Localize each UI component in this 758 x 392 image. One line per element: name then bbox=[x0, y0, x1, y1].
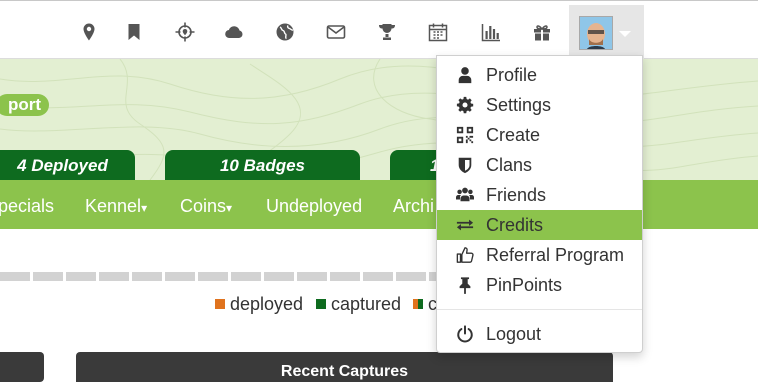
menu-kennel[interactable]: Kennel▾ bbox=[85, 180, 147, 229]
avatar bbox=[579, 16, 613, 50]
tab-deployed[interactable]: 4 Deployed bbox=[0, 150, 135, 180]
menu-item-settings[interactable]: Settings bbox=[437, 90, 642, 120]
exchange-icon bbox=[455, 215, 475, 235]
legend-third: c bbox=[413, 294, 437, 315]
menu-specials[interactable]: pecials bbox=[0, 180, 54, 229]
globe-icon[interactable] bbox=[274, 21, 296, 43]
chevron-down-icon: ▾ bbox=[141, 201, 148, 215]
power-icon bbox=[455, 324, 475, 344]
crosshair-icon[interactable] bbox=[174, 21, 196, 43]
map-pin-icon[interactable] bbox=[78, 21, 100, 43]
menu-item-credits[interactable]: Credits bbox=[437, 210, 642, 240]
bar-chart-icon[interactable] bbox=[480, 21, 502, 43]
menu-item-clans[interactable]: Clans bbox=[437, 150, 642, 180]
menu-archived[interactable]: Archi bbox=[393, 180, 434, 229]
menu-label: Kennel bbox=[85, 196, 142, 216]
legend-swatch bbox=[316, 299, 326, 309]
menu-label: Archi bbox=[393, 196, 435, 216]
cloud-icon[interactable] bbox=[223, 21, 245, 43]
legend-swatch bbox=[413, 299, 423, 309]
recent-captures-header: Recent Captures bbox=[76, 352, 613, 382]
legend-swatch bbox=[215, 299, 225, 309]
shield-icon bbox=[455, 155, 475, 175]
menu-item-label: Logout bbox=[486, 324, 542, 344]
bookmark-icon[interactable] bbox=[123, 21, 145, 43]
user-menu-toggle[interactable] bbox=[569, 5, 644, 60]
calendar-icon[interactable] bbox=[427, 21, 449, 43]
menu-item-referral-program[interactable]: Referral Program bbox=[437, 240, 642, 270]
legend-deployed: deployed bbox=[215, 294, 303, 315]
secondary-menu: pecials Kennel▾ Coins▾ Undeployed Archi bbox=[0, 180, 758, 229]
menu-item-friends[interactable]: Friends bbox=[437, 180, 642, 210]
users-icon bbox=[455, 185, 475, 205]
chevron-down-icon: ▾ bbox=[226, 201, 233, 215]
menu-item-label: Profile bbox=[486, 65, 538, 85]
tab-badges[interactable]: 10 Badges bbox=[165, 150, 360, 180]
menu-divider bbox=[437, 309, 642, 310]
gear-icon bbox=[455, 95, 475, 115]
progress-segments bbox=[0, 272, 436, 281]
legend-captured: captured bbox=[316, 294, 401, 315]
user-icon bbox=[455, 65, 475, 85]
qr-code-icon bbox=[455, 125, 475, 145]
menu-coins[interactable]: Coins▾ bbox=[180, 180, 232, 229]
legend-label: deployed bbox=[230, 294, 304, 314]
menu-item-label: Create bbox=[486, 125, 541, 145]
pushpin-icon bbox=[455, 275, 475, 295]
menu-item-create[interactable]: Create bbox=[437, 120, 642, 150]
menu-item-pinpoints[interactable]: PinPoints bbox=[437, 270, 642, 300]
top-navbar bbox=[0, 0, 758, 60]
user-dropdown-menu: Profile Settings Create Clans Friends Cr… bbox=[436, 55, 643, 353]
envelope-icon[interactable] bbox=[325, 21, 347, 43]
header-pill: port bbox=[0, 94, 50, 116]
menu-undeployed[interactable]: Undeployed bbox=[266, 180, 362, 229]
gift-icon[interactable] bbox=[531, 21, 553, 43]
menu-item-label: Friends bbox=[486, 185, 547, 205]
menu-item-label: Clans bbox=[486, 155, 533, 175]
legend-label: captured bbox=[331, 294, 402, 314]
menu-item-label: PinPoints bbox=[486, 275, 563, 295]
menu-item-label: Settings bbox=[486, 95, 552, 115]
menu-item-logout[interactable]: Logout bbox=[437, 319, 642, 349]
menu-label: Undeployed bbox=[266, 196, 363, 216]
chevron-down-icon bbox=[619, 31, 631, 37]
trophy-icon[interactable] bbox=[376, 21, 398, 43]
menu-label: pecials bbox=[0, 196, 55, 216]
menu-item-label: Credits bbox=[486, 215, 544, 235]
thumbs-up-icon bbox=[455, 245, 475, 265]
menu-label: Coins bbox=[180, 196, 227, 216]
menu-item-profile[interactable]: Profile bbox=[437, 60, 642, 90]
menu-item-label: Referral Program bbox=[486, 245, 625, 265]
left-panel-header bbox=[0, 352, 44, 382]
